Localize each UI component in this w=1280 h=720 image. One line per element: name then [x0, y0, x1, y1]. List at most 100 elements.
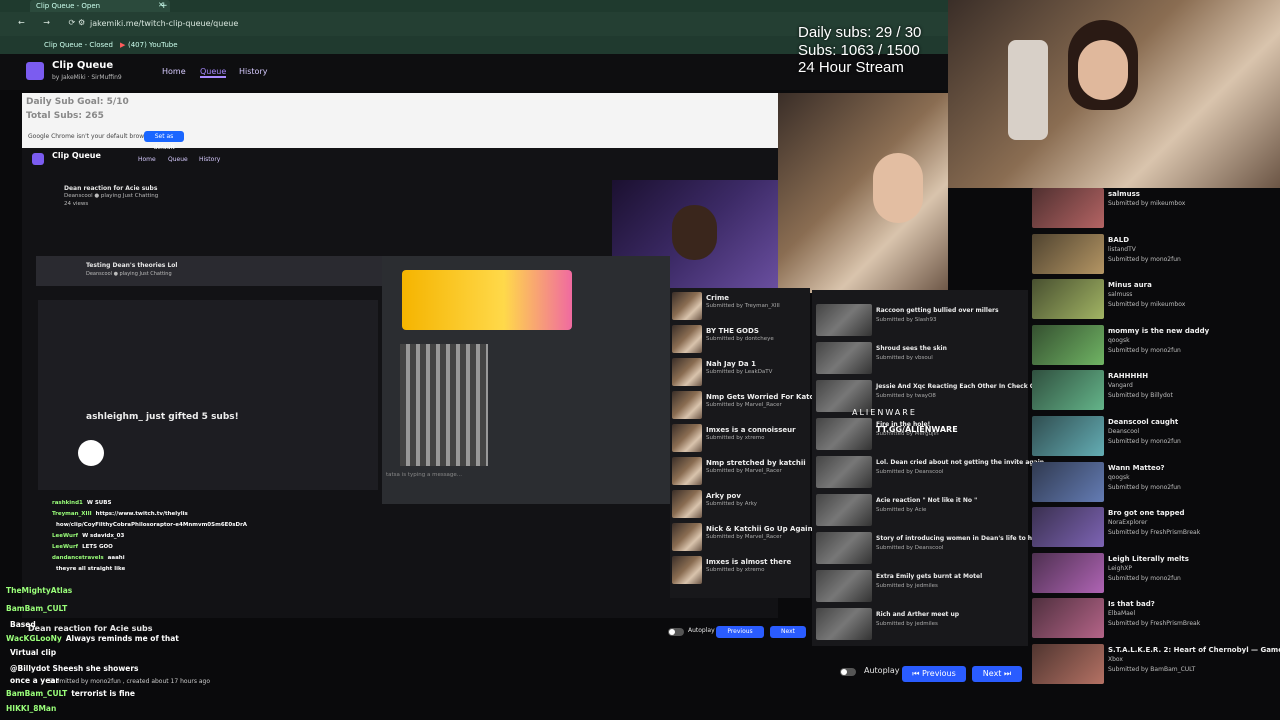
queue-clip-thumb[interactable] [1032, 461, 1104, 502]
inner-chat-text: https://www.twitch.tv/thelylis [95, 511, 188, 517]
queue-clip-title[interactable]: mommy is the new daddy [1108, 327, 1209, 335]
guest-face [672, 205, 717, 260]
queue-clip-title[interactable]: BALD [1108, 236, 1129, 244]
nav-history[interactable]: History [239, 67, 267, 76]
bookmark-youtube[interactable]: (407) YouTube [128, 41, 178, 49]
inner-clip-title-a[interactable]: Nah Jay Da 1 [706, 360, 756, 368]
inner-clip-thumb-b[interactable] [816, 494, 872, 526]
inner-next-button[interactable]: Next [770, 626, 806, 638]
stream-label: 24 Hour Stream [798, 59, 904, 76]
chat-message: Based [6, 620, 36, 629]
queue-clip-title[interactable]: Wann Matteo? [1108, 464, 1165, 472]
autoplay-toggle[interactable] [840, 668, 856, 676]
nav-buttons-icon[interactable]: ← → ⟳ [18, 18, 83, 27]
inner-previous-label: Previous [727, 628, 753, 635]
inner-previous-button[interactable]: Previous [716, 626, 764, 638]
stream-stats-overlay: Daily subs: 29 / 30 Subs: 1063 / 1500 24… [798, 24, 948, 77]
alienware-handle: TT.GG/ALIENWARE [876, 425, 958, 434]
inner-chat-line: LeeWurf LETS GOO [52, 544, 113, 550]
queue-clip-title[interactable]: salmuss [1108, 190, 1140, 198]
inner-clip-title-a[interactable]: Arky pov [706, 492, 741, 500]
inner-clip-title-b[interactable]: Raccoon getting bullied over millers [876, 307, 999, 314]
inner-clip-title-a[interactable]: Imxes is almost there [706, 558, 791, 566]
inner-autoplay-label: Autoplay [688, 627, 715, 634]
inner-nav-queue[interactable]: Queue [168, 156, 188, 163]
inner-clip-title-a[interactable]: Nmp Gets Worried For Katchii [706, 393, 823, 401]
nav-queue[interactable]: Queue [200, 67, 227, 78]
browser-tab[interactable]: Clip Queue - Open ✕ [30, 0, 170, 12]
queue-clip-thumb[interactable] [1032, 324, 1104, 365]
inner-clip-thumb[interactable] [672, 424, 702, 452]
bookmark-clip-queue[interactable]: Clip Queue - Closed [44, 41, 113, 49]
queue-clip-thumb[interactable] [1032, 507, 1104, 548]
inner-clip-title-b[interactable]: Acie reaction " Not like it No " [876, 497, 977, 504]
inner-clip-thumb[interactable] [672, 490, 702, 518]
alienware-brand: ALIENWARE [852, 408, 917, 417]
queue-clip-thumb[interactable] [1032, 233, 1104, 274]
inner-clip-title-a[interactable]: Crime [706, 294, 729, 302]
inner-clip-title-a[interactable]: BY THE GODS [706, 327, 759, 335]
queue-clip-thumb[interactable] [1032, 416, 1104, 456]
inner-clip-sub-b: Submitted by Deanscool [876, 469, 944, 475]
queue-clip-thumb[interactable] [1032, 552, 1104, 593]
queue-clip-title[interactable]: Deanscool caught [1108, 418, 1178, 426]
webcam-robot-arm [1008, 40, 1048, 140]
previous-button[interactable]: ⏮ Previous [902, 666, 966, 682]
inner-clip-title-b[interactable]: Rich and Arther meet up [876, 611, 959, 618]
queue-clip-title[interactable]: RAHHHHH [1108, 372, 1148, 380]
queue-clip-thumb[interactable] [1032, 279, 1104, 320]
inner-clip-thumb[interactable] [672, 391, 702, 419]
inner-clip-thumb[interactable] [672, 292, 702, 320]
queue-clip-title[interactable]: Minus aura [1108, 281, 1152, 289]
queue-clip-submitter: Submitted by FreshPrismBreak [1108, 620, 1201, 628]
inner-clip-thumb-b[interactable] [816, 456, 872, 488]
queue-clip-title[interactable]: Is that bad? [1108, 600, 1155, 608]
inner-clip-thumb-b[interactable] [816, 418, 872, 450]
chat-message: TheMightyAtlas [6, 586, 76, 595]
app-title: Clip Queue [52, 60, 114, 71]
chat-popup-window: tatsa is typing a message... [382, 256, 670, 504]
inner-chat-name: Treyman_XIII [52, 511, 92, 517]
inner-clip-thumb[interactable] [672, 325, 702, 353]
sub-count: Subs: 1063 / 1500 [798, 41, 920, 59]
set-default-button[interactable]: Set as default [144, 131, 184, 151]
inner-clip-thumb-b[interactable] [816, 532, 872, 564]
inner-clip-sub-a: Submitted by LeakDaTV [706, 369, 773, 375]
nav-home[interactable]: Home [162, 67, 186, 76]
inner-nav-history[interactable]: History [199, 156, 220, 163]
chat-message: HIKKI_8Man [6, 704, 60, 713]
inner-clip-title-b[interactable]: Shroud sees the skin [876, 345, 947, 352]
inner-chat-line: LeeWurf W sdavidx_03 [52, 533, 124, 539]
inner-clip-title-a[interactable]: Nmp stretched by katchii [706, 459, 806, 467]
queue-clip-title[interactable]: S.T.A.L.K.E.R. 2: Heart of Chernobyl — G… [1108, 646, 1280, 654]
inner-clip-thumb-b[interactable] [816, 304, 872, 336]
inner-nav-home[interactable]: Home [138, 156, 156, 163]
inner-clip-title-b[interactable]: Jessie And Xqc Reacting Each Other In Ch… [876, 383, 1057, 390]
site-info-icon[interactable]: ⚙ [78, 18, 85, 27]
queue-clip-thumb[interactable] [1032, 598, 1104, 639]
queue-clip-thumb[interactable] [1032, 370, 1104, 411]
inner-clip-title-b[interactable]: Story of introducing women in Dean's lif… [876, 535, 1038, 542]
inner-clip-thumb[interactable] [672, 358, 702, 386]
queue-clip-title[interactable]: Leigh Literally melts [1108, 555, 1189, 563]
nested-video-player[interactable]: ashleighm_ just gifted 5 subs! [38, 300, 378, 490]
new-tab-icon[interactable]: + [160, 1, 168, 11]
inner-chat-line: how/clip/CoyFilthyCobraPhilosoraptor-e4M… [52, 522, 247, 528]
queue-clip-title[interactable]: Bro got one tapped [1108, 509, 1184, 517]
inner-clip-thumb-b[interactable] [816, 342, 872, 374]
next-button[interactable]: Next ⏭ [972, 666, 1022, 682]
inner-clip-thumb-b[interactable] [816, 608, 872, 640]
inner-autoplay-toggle[interactable] [668, 628, 684, 636]
typing-indicator: tatsa is typing a message... [386, 472, 463, 478]
inner-clip-thumb[interactable] [672, 556, 702, 584]
inner-clip-thumb-b[interactable] [816, 570, 872, 602]
url-field[interactable]: jakemiki.me/twitch-clip-queue/queue [90, 19, 238, 28]
inner-clip-title-b[interactable]: Lol. Dean cried about not getting the in… [876, 459, 1046, 466]
gift-avatar-icon [78, 440, 104, 466]
queue-clip-thumb[interactable] [1032, 188, 1104, 228]
inner-clip-thumb[interactable] [672, 523, 702, 551]
inner-clip-title-b[interactable]: Extra Emily gets burnt at Motel [876, 573, 982, 580]
inner-clip-title-a[interactable]: Imxes is a connoisseur [706, 426, 796, 434]
inner-clip-thumb[interactable] [672, 457, 702, 485]
queue-clip-thumb[interactable] [1032, 644, 1104, 684]
